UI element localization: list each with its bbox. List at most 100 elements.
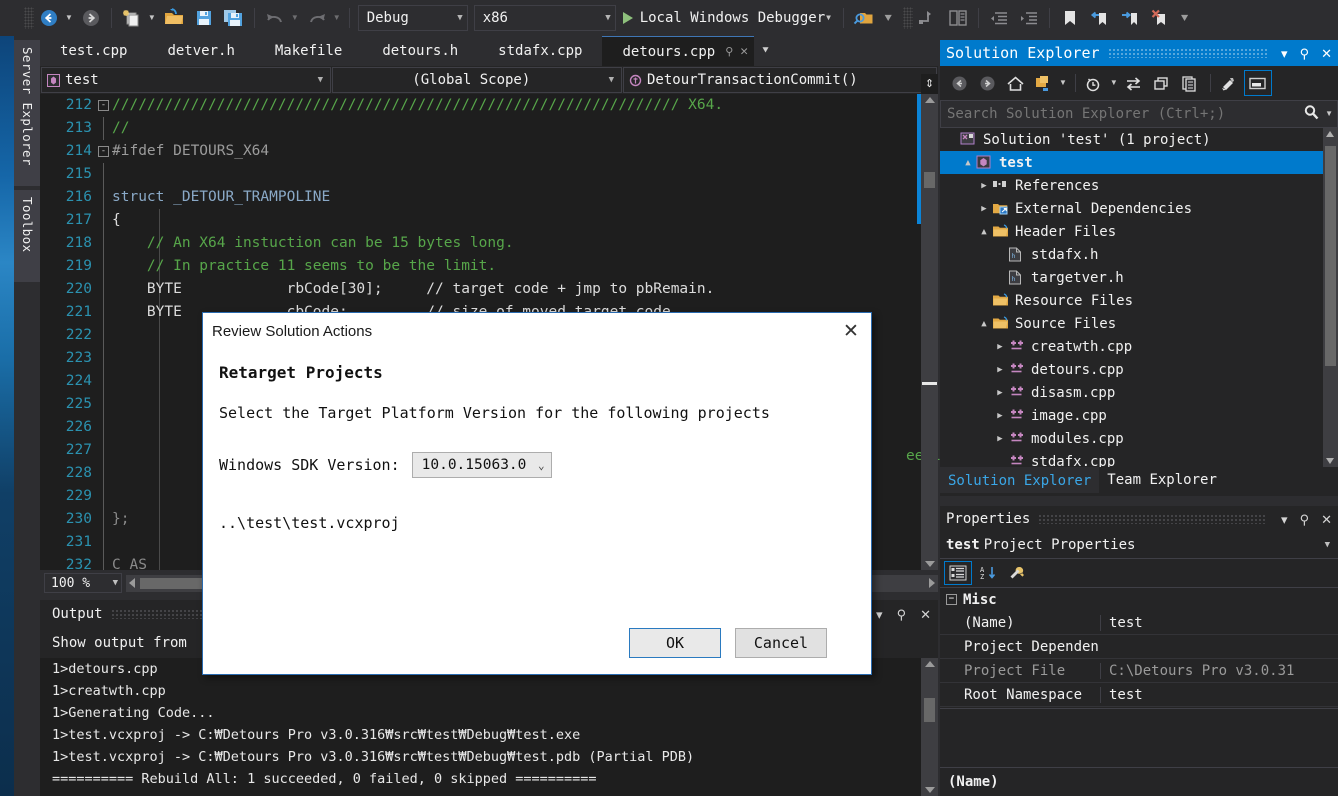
cancel-button[interactable]: Cancel bbox=[735, 628, 827, 658]
tree-node[interactable]: Solution 'test' (1 project) bbox=[940, 128, 1338, 151]
open-file-button[interactable] bbox=[160, 5, 188, 31]
tree-node[interactable]: ▶ disasm.cpp bbox=[940, 381, 1338, 404]
undo-button[interactable] bbox=[261, 5, 289, 31]
tree-node[interactable]: ▶ creatwth.cpp bbox=[940, 335, 1338, 358]
expand-chevron-icon[interactable]: ▶ bbox=[992, 434, 1008, 444]
expand-chevron-icon[interactable]: ▶ bbox=[992, 411, 1008, 421]
fold-toggle[interactable]: - bbox=[98, 100, 109, 111]
toolbar-grip[interactable] bbox=[24, 7, 34, 29]
step-out-icon[interactable] bbox=[914, 5, 942, 31]
code-line[interactable]: 212-////////////////////////////////////… bbox=[40, 94, 938, 117]
scroll-down-arrow[interactable] bbox=[925, 787, 935, 793]
tree-node[interactable]: ▶ modules.cpp bbox=[940, 427, 1338, 450]
navbar-member-combo[interactable]: DetourTransactionCommit() ▼ bbox=[623, 67, 937, 93]
document-tab[interactable]: Makefile bbox=[255, 36, 362, 66]
indent-icon[interactable] bbox=[1015, 5, 1043, 31]
split-view-handle[interactable]: ⇕ bbox=[921, 74, 938, 94]
tree-node[interactable]: ▲ Header Files bbox=[940, 220, 1338, 243]
collapse-chevron-icon[interactable]: ▲ bbox=[976, 319, 992, 329]
redo-button[interactable] bbox=[303, 5, 331, 31]
search-icon[interactable] bbox=[1299, 104, 1324, 124]
collapse-all-icon[interactable] bbox=[1149, 71, 1175, 95]
expand-chevron-icon[interactable]: ▶ bbox=[976, 204, 992, 214]
panel-drag-grip[interactable] bbox=[1038, 514, 1268, 524]
forward-arrow-icon[interactable] bbox=[974, 71, 1000, 95]
show-all-files-icon[interactable] bbox=[1216, 71, 1242, 95]
navbar-project-combo[interactable]: test ▼ bbox=[41, 67, 331, 93]
solution-explorer-search[interactable]: ▼ bbox=[940, 100, 1338, 128]
tree-node[interactable]: h stdafx.h bbox=[940, 243, 1338, 266]
pin-icon[interactable]: ⚲ bbox=[1294, 47, 1316, 60]
toolbar-grip-2[interactable] bbox=[903, 7, 914, 29]
tree-node[interactable]: ▶ detours.cpp bbox=[940, 358, 1338, 381]
code-line[interactable]: 218 // An X64 instuction can be 15 bytes… bbox=[40, 232, 938, 255]
tree-node[interactable]: ▶ External Dependencies bbox=[940, 197, 1338, 220]
panel-tab[interactable]: Solution Explorer bbox=[940, 467, 1100, 493]
code-line[interactable]: 220 BYTE rbCode[30]; // target code + jm… bbox=[40, 278, 938, 301]
chevron-down-icon[interactable]: ▼ bbox=[1059, 79, 1067, 87]
undo-dropdown[interactable]: ▼ bbox=[291, 14, 299, 22]
home-icon[interactable] bbox=[1002, 71, 1028, 95]
prev-bookmark-icon[interactable] bbox=[1086, 5, 1114, 31]
fold-toggle[interactable]: - bbox=[98, 146, 109, 157]
new-item-button[interactable] bbox=[118, 5, 146, 31]
property-value[interactable]: C:\Detours Pro v3.0.31 bbox=[1100, 662, 1338, 679]
chevron-down-icon[interactable]: ▼ bbox=[1110, 79, 1118, 87]
bookmark-icon[interactable] bbox=[1056, 5, 1084, 31]
solution-tree[interactable]: Solution 'test' (1 project) ▲ test ▶ Referen… bbox=[940, 128, 1338, 467]
zoom-level-combo[interactable]: 100 % ▼ bbox=[44, 573, 122, 593]
tree-node[interactable]: ▲ test bbox=[940, 151, 1338, 174]
code-line[interactable]: 213 // bbox=[40, 117, 938, 140]
scroll-down-arrow[interactable] bbox=[1326, 458, 1334, 464]
chevron-down-icon[interactable]: ▼ bbox=[1325, 110, 1333, 118]
property-value[interactable]: test bbox=[1100, 686, 1338, 703]
navigate-forward-button[interactable] bbox=[77, 5, 105, 31]
close-icon[interactable]: ✕ bbox=[831, 315, 871, 347]
chevron-down-icon[interactable]: ▾ bbox=[1275, 513, 1294, 526]
preview-selected-items-icon[interactable] bbox=[1243, 70, 1272, 96]
save-all-button[interactable] bbox=[220, 5, 248, 31]
chevron-down-icon[interactable]: ▾ bbox=[1275, 47, 1294, 60]
document-tab[interactable]: stdafx.cpp bbox=[478, 36, 602, 66]
properties-category[interactable]: − Misc bbox=[940, 588, 1338, 611]
compare-icon[interactable] bbox=[944, 5, 972, 31]
collapse-chevron-icon[interactable]: ▲ bbox=[976, 227, 992, 237]
scrollbar-thumb[interactable] bbox=[1325, 146, 1336, 366]
tree-node[interactable]: Resource Files bbox=[940, 289, 1338, 312]
toolbar-overflow-button-2[interactable]: ⯆ bbox=[1179, 12, 1189, 25]
property-row[interactable]: (Name) test bbox=[940, 611, 1338, 635]
expand-chevron-icon[interactable]: ▶ bbox=[992, 342, 1008, 352]
close-icon[interactable]: ✕ bbox=[1315, 47, 1338, 60]
chevron-down-icon[interactable]: ▼ bbox=[1317, 540, 1338, 550]
close-icon[interactable]: ✕ bbox=[913, 608, 938, 621]
ok-button[interactable]: OK bbox=[629, 628, 721, 658]
toolbar-overflow-button[interactable]: ⯆ bbox=[883, 12, 893, 25]
properties-window-icon[interactable] bbox=[1177, 71, 1203, 95]
code-line[interactable]: 219 // In practice 11 seems to be the li… bbox=[40, 255, 938, 278]
next-bookmark-icon[interactable] bbox=[1116, 5, 1144, 31]
code-line[interactable]: 214- #ifdef DETOURS_X64 bbox=[40, 140, 938, 163]
properties-grid[interactable]: − Misc (Name)testProject DependenciProje… bbox=[940, 588, 1338, 707]
close-icon[interactable]: ✕ bbox=[740, 44, 748, 59]
sidebar-item-server-explorer[interactable]: Server Explorer bbox=[14, 40, 40, 186]
property-value[interactable]: test bbox=[1100, 614, 1338, 631]
tree-node[interactable]: h targetver.h bbox=[940, 266, 1338, 289]
navbar-scope-combo[interactable]: (Global Scope) ▼ bbox=[332, 67, 622, 93]
scroll-up-arrow[interactable] bbox=[925, 661, 935, 667]
scroll-right-arrow[interactable] bbox=[929, 577, 935, 588]
property-row[interactable]: Root Namespace test bbox=[940, 683, 1338, 707]
sidebar-item-toolbox[interactable]: Toolbox bbox=[14, 190, 40, 282]
clear-bookmarks-icon[interactable] bbox=[1146, 5, 1174, 31]
scroll-down-arrow[interactable] bbox=[925, 561, 935, 567]
tree-node[interactable]: ▲ Source Files bbox=[940, 312, 1338, 335]
pin-icon[interactable]: ⚲ bbox=[725, 45, 733, 58]
code-line[interactable]: 216 struct _DETOUR_TRAMPOLINE bbox=[40, 186, 938, 209]
back-arrow-icon[interactable] bbox=[946, 71, 972, 95]
categorized-icon[interactable] bbox=[944, 561, 972, 585]
save-button[interactable] bbox=[190, 5, 218, 31]
scroll-up-arrow[interactable] bbox=[1326, 131, 1334, 137]
code-line[interactable]: 217 { bbox=[40, 209, 938, 232]
document-tab[interactable]: detours.cpp ⚲ ✕ bbox=[602, 36, 755, 66]
scrollbar-thumb[interactable] bbox=[924, 698, 935, 722]
document-tabs-overflow-button[interactable]: ⯆ bbox=[754, 36, 777, 66]
